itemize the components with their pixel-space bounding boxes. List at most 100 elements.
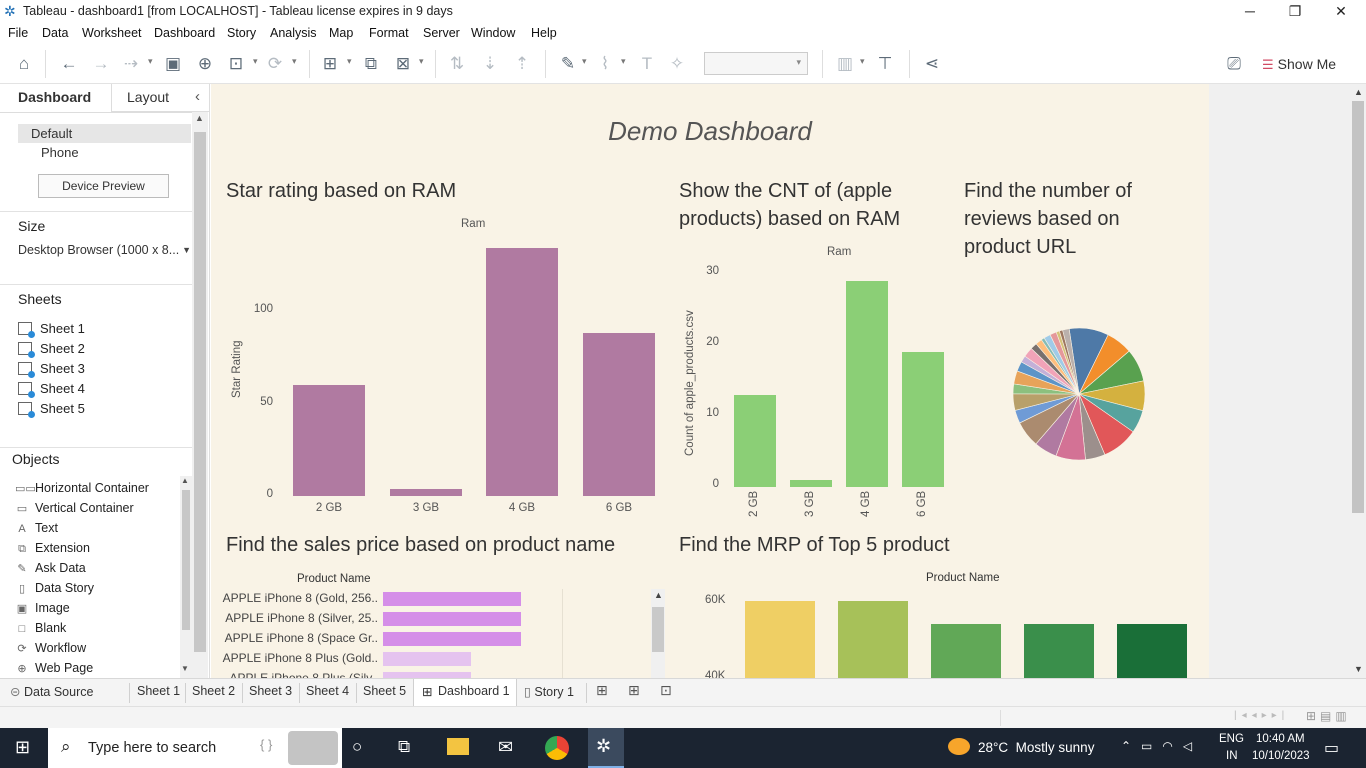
home-icon[interactable]: ⌂ [13,53,35,75]
scrollbar-thumb[interactable] [1352,101,1364,513]
size-dropdown[interactable]: Desktop Browser (1000 x 8... ▼ [18,243,192,257]
cortana-icon[interactable]: ○ [352,737,362,757]
chevron-down-icon[interactable]: ▾ [419,56,424,67]
menu-worksheet[interactable]: Worksheet [82,26,142,40]
tab-dashboard-1[interactable]: ⊞ Dashboard 1 [413,679,517,706]
chart4-bar[interactable] [383,592,521,606]
chart4-bar[interactable] [383,632,521,646]
tab-sheet[interactable]: Sheet 5 [363,684,406,698]
chart1-bar[interactable] [293,385,365,496]
system-tray-icons[interactable]: ⌃▭◠◁ [1121,739,1202,753]
menu-server[interactable]: Server [423,26,460,40]
tab-story[interactable]: ▯ Story 1 [524,684,574,699]
clock-time[interactable]: 10:40 AM [1256,733,1305,745]
tab-data-source[interactable]: ⊝ Data Source [10,684,93,699]
chart2-bar[interactable] [846,281,888,487]
menu-window[interactable]: Window [471,26,515,40]
scroll-up-icon[interactable]: ▲ [1354,87,1363,97]
view-mode-icons[interactable]: ⊞▤▥ [1306,709,1351,723]
weather-text[interactable]: 28°C Mostly sunny [978,740,1094,755]
sheet-item[interactable]: Sheet 4 [18,381,85,399]
chart2-bar[interactable] [902,352,944,487]
chart1-bar[interactable] [486,248,558,496]
chart4-bar[interactable] [383,612,521,626]
file-explorer-icon[interactable] [447,738,469,755]
menu-help[interactable]: Help [531,26,557,40]
object-item[interactable]: ⊕ Web Page [15,661,93,675]
menu-format[interactable]: Format [369,26,409,40]
language-indicator[interactable]: ENG [1219,733,1244,745]
save-icon[interactable]: ▣ [162,53,184,75]
chart5-bar[interactable] [745,601,815,678]
chevron-down-icon[interactable]: ▾ [253,56,258,67]
taskbar-search[interactable]: ⌕ Type here to search { } [48,728,342,768]
menu-dashboard[interactable]: Dashboard [154,26,215,40]
objects-scrollbar[interactable]: ▲ ▼ [180,476,192,678]
fix-axes-icon[interactable]: ✧ [666,53,688,75]
new-worksheet-tab-icon[interactable]: ⊞ [596,682,608,699]
sort-ascending-icon[interactable]: ⇣ [479,53,501,75]
chart2-bar[interactable] [734,394,776,487]
chevron-down-icon[interactable]: ▾ [292,56,297,67]
tab-sheet[interactable]: Sheet 4 [306,684,349,698]
tab-dashboard[interactable]: Dashboard [0,84,111,112]
show-cards-icon[interactable]: ▥ [834,53,856,75]
sort-descending-icon[interactable]: ⇡ [511,53,533,75]
canvas-scrollbar[interactable]: ▲ ▼ [1350,84,1366,678]
tab-sheet[interactable]: Sheet 3 [249,684,292,698]
mail-icon[interactable]: ✉ [498,737,513,758]
menu-analysis[interactable]: Analysis [270,26,317,40]
scroll-up-icon[interactable]: ▲ [181,476,189,485]
chart1-bar[interactable] [390,488,462,496]
restore-button[interactable]: ❐ [1272,0,1318,24]
sheet-item[interactable]: Sheet 2 [18,341,85,359]
menu-data[interactable]: Data [42,26,68,40]
chart4-bar[interactable] [383,652,472,666]
scrollbar-thumb[interactable] [652,607,664,652]
object-item[interactable]: ▭ Vertical Container [15,501,134,515]
presentation-mode-icon[interactable]: ⊤ [874,53,896,75]
tableau-taskbar-icon[interactable]: ✲ [588,728,624,768]
chart5-bar[interactable] [1024,623,1094,678]
undo-icon[interactable]: ← [58,53,80,75]
duplicate-sheet-icon[interactable]: ⧉ [360,53,382,75]
device-default[interactable]: Default [18,124,191,143]
scrollbar-thumb[interactable] [194,132,206,652]
fit-dropdown[interactable]: ▾ [704,52,808,75]
chart5-bar[interactable] [1117,623,1187,678]
swap-icon[interactable]: ⇅ [446,53,468,75]
scroll-up-icon[interactable]: ▲ [195,113,204,123]
notifications-icon[interactable]: ▭ [1324,738,1339,758]
minimize-button[interactable]: ─ [1227,0,1273,24]
object-item[interactable]: ▯ Data Story [15,581,94,595]
chart2-bar[interactable] [790,479,832,487]
share-icon[interactable]: ⋖ [921,53,943,75]
chart5-bar[interactable] [838,601,908,678]
object-item[interactable]: ▭▭Horizontal Container [15,481,149,495]
new-worksheet-icon[interactable]: ⊞ [319,53,341,75]
highlight-icon[interactable]: ✎ [557,53,579,75]
chart4-scrollbar[interactable]: ▲ [651,589,665,678]
group-icon[interactable]: ⌇ [594,53,616,75]
object-item[interactable]: ▣ Image [15,601,70,615]
chevron-down-icon[interactable]: ▾ [148,56,153,67]
refresh-icon[interactable]: ⟳ [264,53,286,75]
tab-layout[interactable]: Layout ‹ [111,84,209,112]
pause-updates-icon[interactable]: ⊡ [225,53,247,75]
scroll-down-icon[interactable]: ▼ [1354,664,1363,674]
device-phone[interactable]: Phone [41,145,79,160]
object-item[interactable]: ✎ Ask Data [15,561,85,575]
scrollbar-thumb[interactable] [182,490,190,630]
tab-sheet[interactable]: Sheet 2 [192,684,235,698]
sheet-navigation-icons[interactable]: |◂◂▸▸| [1234,710,1289,721]
show-me-button[interactable]: ☰ Show Me [1262,56,1336,73]
chart5-bar[interactable] [931,623,1001,678]
menu-story[interactable]: Story [227,26,256,40]
menu-map[interactable]: Map [329,26,353,40]
chevron-down-icon[interactable]: ▾ [621,56,626,67]
chevron-down-icon[interactable]: ▾ [582,56,587,67]
object-item[interactable]: A Text [15,521,58,535]
left-panel-scrollbar[interactable]: ▲ [192,112,208,678]
windows-start-icon[interactable]: ⊞ [15,737,30,758]
chrome-icon[interactable] [545,736,569,760]
